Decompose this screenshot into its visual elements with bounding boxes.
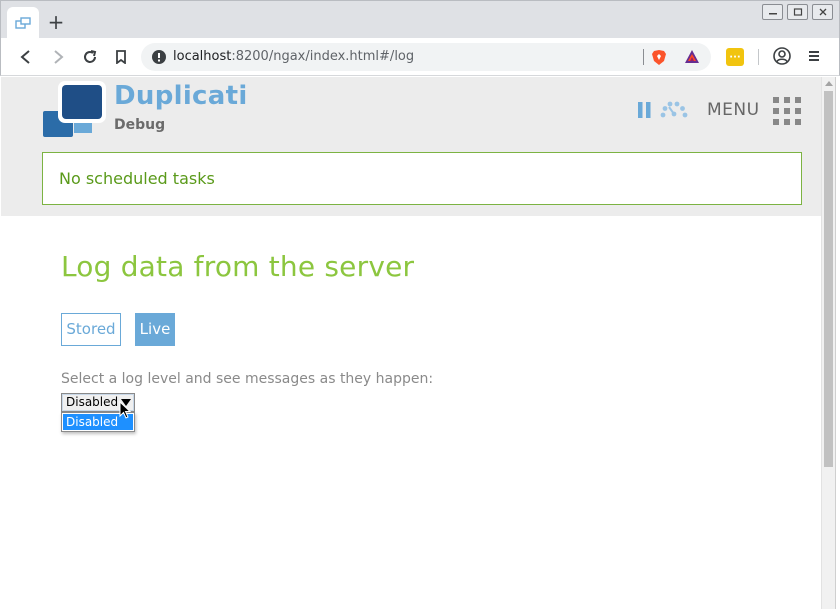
app-name: Duplicati [114,81,248,111]
reload-button[interactable] [79,46,101,68]
window-edge [835,77,840,609]
notice-text: No scheduled tasks [59,169,215,188]
pause-icon[interactable] [637,101,653,119]
new-tab-button[interactable]: + [45,11,67,33]
reload-icon [84,50,97,63]
mouse-cursor-icon [119,400,132,423]
brave-shield-icon[interactable] [651,49,667,70]
log-level-select-value: Disabled [66,395,119,409]
site-info-icon[interactable] [151,49,167,69]
toolbar-divider [758,49,759,65]
url-path: :8200/ngax/index.html#/log [231,49,415,64]
scheduled-tasks-notice: No scheduled tasks [42,152,802,205]
log-level-prompt: Select a log level and see messages as t… [61,371,434,387]
tab-live[interactable]: Live [135,313,175,346]
forward-arrow-icon [54,50,64,64]
window-controls [762,4,833,20]
app-subtitle: Debug [114,117,166,133]
bookmark-icon [116,50,126,64]
back-arrow-icon [20,50,30,64]
back-button[interactable] [15,46,37,68]
browser-titlebar: + [0,0,840,39]
app-header: Duplicati Debug MENU No scheduled tasks [1,77,821,216]
browser-menu-icon[interactable] [807,47,821,69]
url-host: localhost [173,49,232,64]
bookmark-button[interactable] [110,46,132,68]
address-bar[interactable]: localhost:8200/ngax/index.html#/log [141,43,711,71]
page-title: Log data from the server [61,250,415,283]
maximize-button[interactable] [787,4,808,20]
page-scrollbar[interactable] [821,77,835,609]
window-icon [15,14,31,33]
minimize-button[interactable] [762,4,783,20]
log-page: Log data from the server Stored Live Sel… [1,216,821,609]
throttle-gauge-icon[interactable] [660,101,688,123]
close-window-button[interactable] [812,4,833,20]
scrollbar-thumb[interactable] [824,91,833,467]
tab-stored[interactable]: Stored [61,313,121,346]
profile-icon[interactable] [773,47,791,69]
forward-button[interactable] [47,46,69,68]
page-viewport: Duplicati Debug MENU No scheduled tasks … [1,77,821,609]
extension-icon[interactable]: ··· [726,48,744,66]
grid-menu-icon[interactable] [773,97,801,125]
address-bar-divider [643,49,644,65]
bat-rewards-icon[interactable] [684,49,700,68]
browser-tab[interactable] [7,7,39,39]
url-text: localhost:8200/ngax/index.html#/log [173,43,414,71]
duplicati-logo-icon[interactable] [43,81,109,139]
scroll-up-icon[interactable] [825,81,833,86]
menu-button[interactable]: MENU [707,100,760,120]
browser-toolbar: localhost:8200/ngax/index.html#/log ··· [0,38,840,76]
